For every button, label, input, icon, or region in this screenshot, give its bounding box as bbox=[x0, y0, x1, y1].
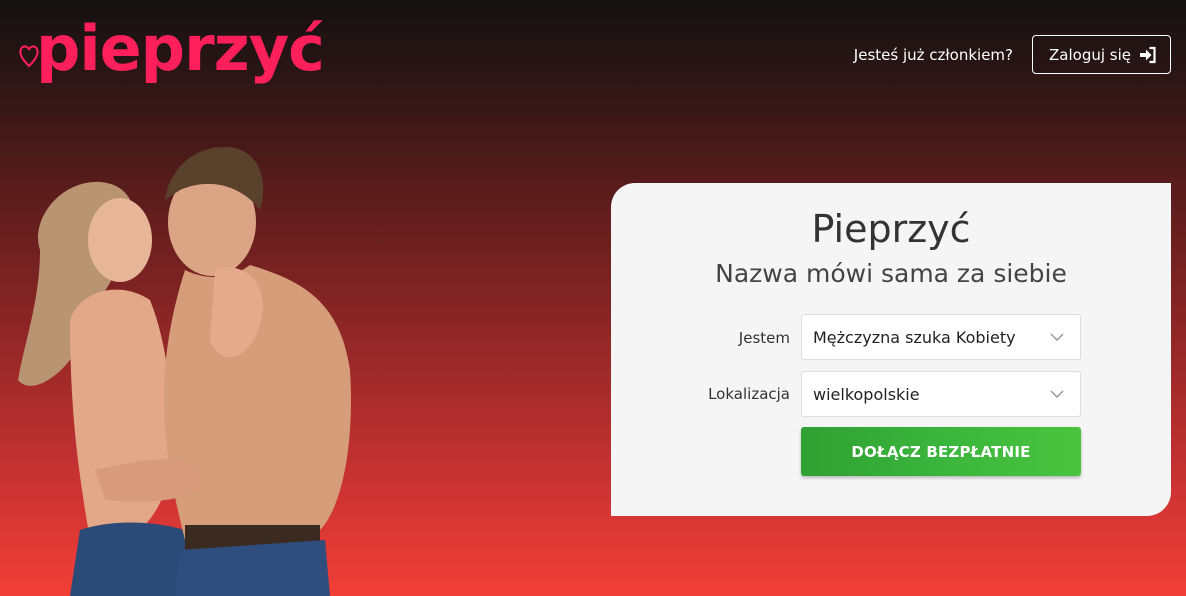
sign-in-icon bbox=[1140, 46, 1156, 63]
location-label: Lokalizacja bbox=[708, 385, 790, 403]
join-free-button[interactable]: DOŁĄCZ BEZPŁATNIE bbox=[801, 427, 1081, 476]
signup-form-card: Pieprzyć Nazwa mówi sama za siebie Jeste… bbox=[611, 183, 1171, 516]
gender-select-value: Mężczyzna szuka Kobiety bbox=[813, 327, 1016, 347]
member-question: Jesteś już członkiem? bbox=[853, 45, 1013, 64]
login-button-label: Zaloguj się bbox=[1049, 45, 1131, 64]
couple-photo bbox=[18, 147, 351, 596]
location-select[interactable]: wielkopolskie bbox=[801, 371, 1081, 417]
login-button[interactable]: Zaloguj się bbox=[1032, 35, 1171, 74]
gender-select[interactable]: Mężczyzna szuka Kobiety bbox=[801, 314, 1081, 360]
chevron-down-icon bbox=[1050, 333, 1064, 342]
logo[interactable]: pieprzyć bbox=[18, 12, 325, 85]
location-select-value: wielkopolskie bbox=[813, 384, 920, 404]
form-subtitle: Nazwa mówi sama za siebie bbox=[715, 259, 1067, 288]
form-title: Pieprzyć bbox=[811, 207, 971, 251]
gender-label: Jestem bbox=[738, 329, 790, 347]
header-account-area: Jesteś już członkiem? Zaloguj się bbox=[854, 35, 1171, 74]
chevron-down-icon bbox=[1050, 390, 1064, 399]
logo-text: pieprzyć bbox=[36, 12, 325, 85]
